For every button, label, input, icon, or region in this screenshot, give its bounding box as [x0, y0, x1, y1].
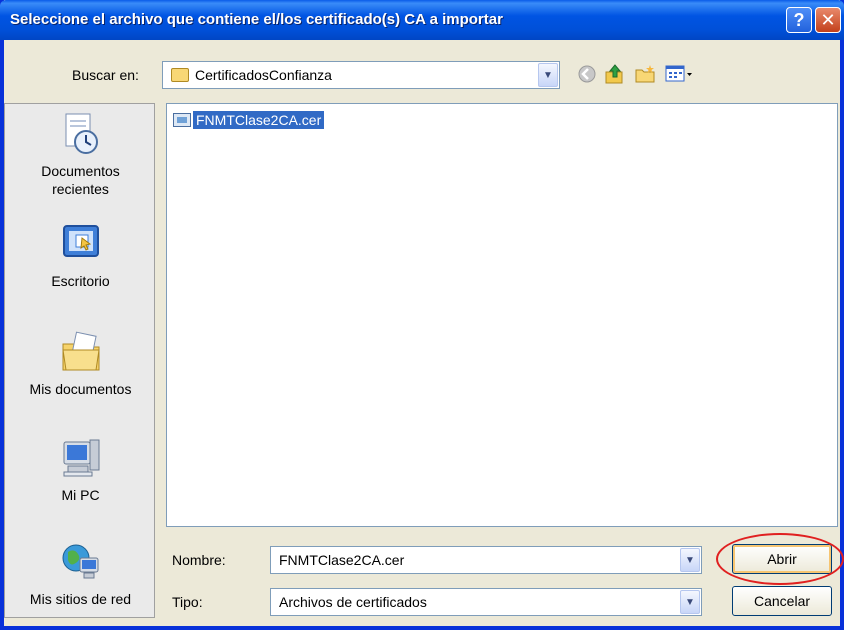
title-bar[interactable]: Seleccione el archivo que contiene el/lo… — [0, 0, 844, 40]
help-button[interactable]: ? — [786, 7, 812, 33]
lookin-value: CertificadosConfianza — [195, 67, 332, 83]
place-label-line2: recientes — [52, 181, 109, 197]
cancel-button-label: Cancelar — [753, 593, 811, 609]
file-open-dialog: Seleccione el archivo que contiene el/lo… — [0, 0, 844, 630]
place-label: Mis sitios de red — [29, 591, 132, 607]
recent-documents-icon — [60, 112, 102, 156]
filetype-value: Archivos de certificados — [279, 594, 427, 610]
chevron-down-icon[interactable]: ▼ — [538, 63, 558, 87]
filename-field[interactable]: FNMTClase2CA.cer ▼ — [270, 546, 702, 574]
back-icon[interactable] — [576, 63, 598, 85]
place-my-computer[interactable]: Mi PC — [5, 436, 156, 504]
filename-label: Nombre: — [172, 552, 226, 568]
cancel-button[interactable]: Cancelar — [732, 586, 832, 616]
places-bar: Documentos recientes Escritorio Mis docu… — [4, 103, 155, 618]
lookin-dropdown[interactable]: CertificadosConfianza ▼ — [162, 61, 560, 89]
network-places-icon — [60, 540, 102, 584]
file-name: FNMTClase2CA.cer — [193, 111, 325, 129]
close-button[interactable]: ✕ — [815, 7, 841, 33]
annotation-ellipse — [716, 533, 844, 585]
certificate-file-icon — [173, 113, 191, 127]
file-list[interactable]: FNMTClase2CA.cer — [166, 103, 838, 527]
filetype-label: Tipo: — [172, 594, 203, 610]
chevron-down-icon[interactable]: ▼ — [680, 548, 700, 572]
help-icon: ? — [793, 9, 805, 30]
place-my-documents[interactable]: Mis documentos — [5, 330, 156, 398]
place-label: Mis documentos — [29, 381, 132, 397]
dialog-title: Seleccione el archivo que contiene el/lo… — [10, 11, 503, 28]
new-folder-icon[interactable] — [634, 63, 656, 85]
filename-value: FNMTClase2CA.cer — [279, 552, 405, 568]
chevron-down-icon[interactable]: ▼ — [680, 590, 700, 614]
my-documents-icon — [60, 330, 102, 374]
view-menu-icon[interactable] — [664, 63, 694, 85]
lookin-label: Buscar en: — [72, 67, 139, 83]
filetype-dropdown[interactable]: Archivos de certificados ▼ — [270, 588, 702, 616]
place-label: Mi PC — [61, 487, 100, 503]
place-label: Escritorio — [51, 273, 110, 289]
up-folder-icon[interactable] — [604, 63, 626, 85]
list-item[interactable]: FNMTClase2CA.cer — [173, 110, 325, 130]
place-desktop[interactable]: Escritorio — [5, 222, 156, 290]
place-recent-documents[interactable]: Documentos recientes — [5, 112, 156, 198]
my-computer-icon — [60, 436, 102, 480]
close-icon: ✕ — [820, 9, 836, 30]
place-label: Documentos — [41, 163, 120, 179]
place-network[interactable]: Mis sitios de red — [5, 540, 156, 608]
desktop-icon — [60, 222, 102, 266]
folder-icon — [171, 68, 189, 82]
